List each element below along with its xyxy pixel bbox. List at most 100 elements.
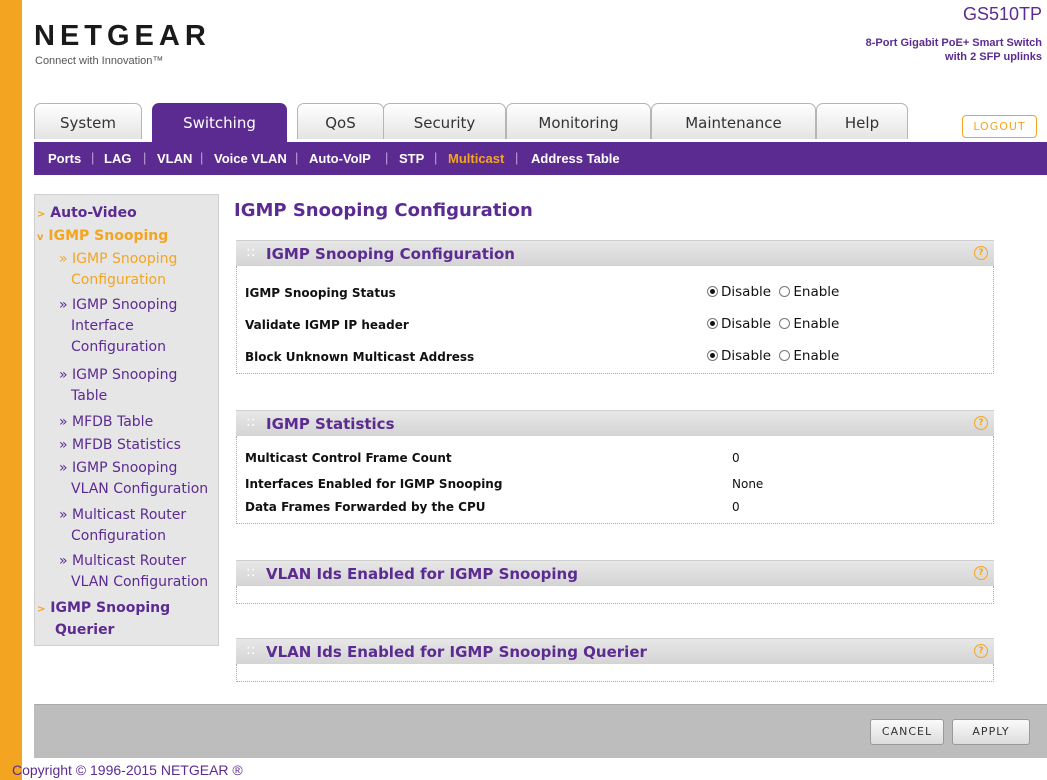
sidebar-item-label: Configuration <box>71 272 166 288</box>
app-frame: NETGEAR Connect with Innovation™ GS510TP… <box>22 0 1047 780</box>
subnav-separator: | <box>200 150 204 165</box>
block-unknown-multicast-label: Block Unknown Multicast Address <box>245 350 475 364</box>
tab-system[interactable]: System <box>34 103 142 139</box>
sidebar-item-igmp-snooping-table[interactable]: » IGMP Snooping Table <box>59 365 177 407</box>
sidebar: > Auto-Video v IGMP Snooping » IGMP Snoo… <box>34 194 219 646</box>
action-bar: CANCEL APPLY <box>34 704 1047 758</box>
stat-label: Interfaces Enabled for IGMP Snooping <box>245 477 503 491</box>
subnav-lag[interactable]: LAG <box>104 151 131 166</box>
igmp-snooping-status-label: IGMP Snooping Status <box>245 286 396 300</box>
sidebar-item-label: Configuration <box>71 339 166 355</box>
panel-dots: :: <box>246 414 256 430</box>
sidebar-item-auto-video[interactable]: > Auto-Video <box>37 203 137 225</box>
cancel-button[interactable]: CANCEL <box>870 719 944 745</box>
subnav-stp[interactable]: STP <box>399 151 424 166</box>
panel-body-vlan-ids-igmp-snooping-querier <box>236 664 994 682</box>
panel-title: IGMP Snooping Configuration <box>266 245 515 263</box>
apply-button[interactable]: APPLY <box>952 719 1030 745</box>
sidebar-item-label: Auto-Video <box>50 205 137 221</box>
subnav-separator: | <box>434 150 438 165</box>
stat-value: 0 <box>732 451 740 465</box>
sidebar-item-label: » Multicast Router <box>59 507 187 523</box>
stat-value: 0 <box>732 500 740 514</box>
logo-tagline: Connect with Innovation™ <box>35 55 164 67</box>
panel-header-vlan-ids-igmp-snooping-querier: :: VLAN Ids Enabled for IGMP Snooping Qu… <box>236 638 994 664</box>
sidebar-item-label: VLAN Configuration <box>71 481 209 497</box>
subnav-voice-vlan[interactable]: Voice VLAN <box>214 151 287 166</box>
stat-value: None <box>732 477 764 491</box>
tab-maintenance[interactable]: Maintenance <box>651 103 816 139</box>
block-unknown-multicast-disable-radio[interactable] <box>707 350 718 361</box>
sidebar-item-label: Interface <box>71 318 134 334</box>
tab-security[interactable]: Security <box>383 103 506 139</box>
sidebar-item-label: » MFDB Statistics <box>59 437 181 453</box>
help-icon[interactable]: ? <box>974 246 988 260</box>
sidebar-item-label: » IGMP Snooping <box>59 367 178 383</box>
tab-monitoring[interactable]: Monitoring <box>506 103 651 139</box>
sidebar-item-multicast-router-configuration[interactable]: » Multicast Router Configuration <box>59 505 186 547</box>
subnav-multicast[interactable]: Multicast <box>448 151 504 166</box>
chevron-down-icon: v <box>37 232 44 243</box>
sidebar-item-igmp-snooping-interface-configuration[interactable]: » IGMP Snooping Interface Configuration <box>59 295 177 358</box>
validate-igmp-ip-header-enable-radio[interactable] <box>779 318 791 329</box>
sidebar-item-igmp-snooping-vlan-configuration[interactable]: » IGMP Snooping VLAN Configuration <box>59 458 208 500</box>
subnav-separator: | <box>143 150 147 165</box>
igmp-snooping-status-disable-radio[interactable] <box>707 286 718 297</box>
page-title: IGMP Snooping Configuration <box>234 200 533 221</box>
panel-header-igmp-statistics: :: IGMP Statistics ? <box>236 410 994 436</box>
panel-dots: :: <box>246 564 256 580</box>
igmp-snooping-status-enable-radio[interactable] <box>779 286 791 297</box>
model-desc-line2: with 2 SFP uplinks <box>945 51 1042 63</box>
sidebar-item-label: Table <box>71 388 108 404</box>
subnav-address-table[interactable]: Address Table <box>531 151 620 166</box>
panel-header-vlan-ids-igmp-snooping: :: VLAN Ids Enabled for IGMP Snooping ? <box>236 560 994 586</box>
panel-title: VLAN Ids Enabled for IGMP Snooping Queri… <box>266 643 647 661</box>
subnav-separator: | <box>515 150 519 165</box>
chevron-right-icon: > <box>37 604 46 615</box>
radio-label: Disable <box>721 284 772 300</box>
sidebar-item-label: » Multicast Router <box>59 553 187 569</box>
help-icon[interactable]: ? <box>974 416 988 430</box>
sidebar-item-mfdb-table[interactable]: » MFDB Table <box>59 412 153 433</box>
block-unknown-multicast-enable-radio[interactable] <box>779 350 791 361</box>
panel-body-igmp-statistics: Multicast Control Frame Count 0 Interfac… <box>236 436 994 524</box>
sidebar-item-label: IGMP Snooping <box>50 600 171 616</box>
panel-title: VLAN Ids Enabled for IGMP Snooping <box>266 565 578 583</box>
panel-body-vlan-ids-igmp-snooping <box>236 586 994 604</box>
block-unknown-multicast-radios: Disable Enable <box>707 348 839 364</box>
subnav-vlan[interactable]: VLAN <box>157 151 192 166</box>
panel-dots: :: <box>246 642 256 658</box>
switching-subnav: Ports | LAG | VLAN | Voice VLAN | Auto-V… <box>34 142 1047 175</box>
sidebar-item-igmp-snooping-configuration[interactable]: » IGMP Snooping Configuration <box>59 249 177 291</box>
model-desc-line1: 8-Port Gigabit PoE+ Smart Switch <box>865 37 1042 49</box>
subnav-auto-voip[interactable]: Auto-VoIP <box>309 151 371 166</box>
radio-label: Enable <box>793 316 840 332</box>
sidebar-item-multicast-router-vlan-configuration[interactable]: » Multicast Router VLAN Configuration <box>59 551 208 593</box>
chevron-right-icon: > <box>37 209 46 220</box>
logout-button[interactable]: LOGOUT <box>962 115 1037 138</box>
validate-igmp-ip-header-disable-radio[interactable] <box>707 318 718 329</box>
stat-label: Multicast Control Frame Count <box>245 451 452 465</box>
sidebar-item-label: » IGMP Snooping <box>59 460 178 476</box>
panel-header-igmp-snooping-configuration: :: IGMP Snooping Configuration ? <box>236 240 994 266</box>
panel-body-igmp-snooping-configuration: IGMP Snooping Status Disable Enable Vali… <box>236 266 994 374</box>
panel-dots: :: <box>246 244 256 260</box>
sidebar-item-mfdb-statistics[interactable]: » MFDB Statistics <box>59 435 181 456</box>
sidebar-item-igmp-snooping-querier[interactable]: > IGMP Snooping Querier <box>37 598 170 641</box>
help-icon[interactable]: ? <box>974 644 988 658</box>
subnav-separator: | <box>295 150 299 165</box>
help-icon[interactable]: ? <box>974 566 988 580</box>
model-description: 8-Port Gigabit PoE+ Smart Switch with 2 … <box>866 36 1042 64</box>
sidebar-item-igmp-snooping[interactable]: v IGMP Snooping <box>37 226 168 248</box>
igmp-snooping-status-radios: Disable Enable <box>707 284 839 300</box>
panel-title: IGMP Statistics <box>266 415 395 433</box>
radio-label: Disable <box>721 316 772 332</box>
radio-label: Enable <box>793 348 840 364</box>
model-name: GS510TP <box>962 4 1042 24</box>
tab-switching[interactable]: Switching <box>152 103 287 143</box>
subnav-ports[interactable]: Ports <box>48 151 81 166</box>
tab-qos[interactable]: QoS <box>297 103 384 139</box>
netgear-logo: NETGEAR <box>34 20 211 52</box>
validate-igmp-ip-header-radios: Disable Enable <box>707 316 839 332</box>
tab-help[interactable]: Help <box>816 103 908 139</box>
